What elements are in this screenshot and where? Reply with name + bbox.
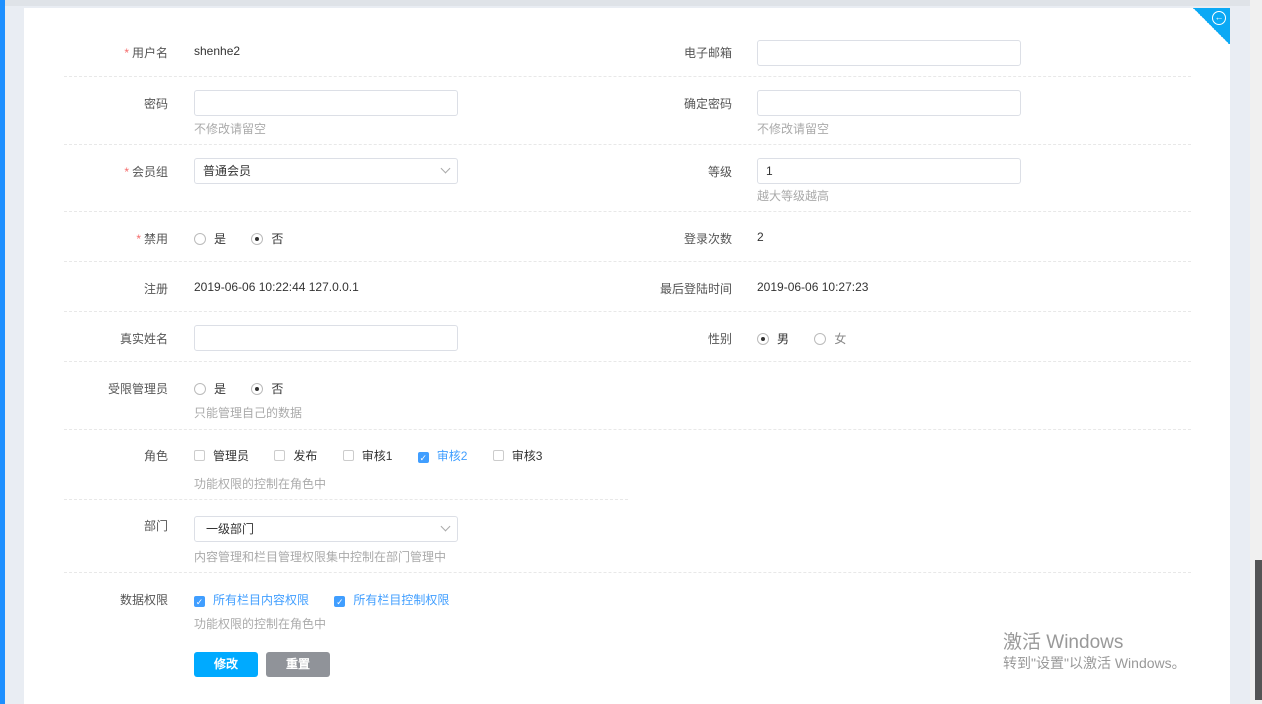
confirm-password-hint: 不修改请留空 — [757, 122, 830, 136]
limited-admin-label: 受限管理员 — [107, 382, 168, 396]
row-member-group: * 会员组 普通会员 等级 1 越大等级越高 — [64, 145, 1191, 212]
chevron-down-icon — [440, 163, 451, 174]
real-name-input[interactable] — [194, 325, 458, 351]
level-label: 等级 — [707, 165, 732, 179]
username-label: 用户名 — [131, 46, 168, 60]
disabled-yes-radio[interactable]: 是 — [194, 230, 226, 247]
data-permission-label: 数据权限 — [119, 593, 168, 607]
last-login-value: 2019-06-06 10:27:23 — [757, 280, 869, 294]
password-label: 密码 — [143, 97, 168, 111]
role-checkbox-review1[interactable]: 审核1 — [342, 447, 392, 464]
permission-checkbox-all-content[interactable]: ✓ 所有栏目内容权限 — [194, 591, 309, 608]
level-hint: 越大等级越高 — [757, 189, 830, 203]
disabled-no-radio[interactable]: 否 — [251, 230, 283, 247]
member-group-select[interactable]: 普通会员 — [194, 158, 458, 184]
role-checkbox-publish[interactable]: 发布 — [274, 447, 317, 464]
login-count-label: 登录次数 — [683, 232, 732, 246]
gender-male-radio[interactable]: 男 — [757, 330, 789, 347]
gender-female-radio[interactable]: 女 — [814, 330, 846, 347]
email-label: 电子邮箱 — [683, 46, 732, 60]
gender-label: 性别 — [707, 332, 732, 346]
department-label: 部门 — [143, 519, 168, 533]
data-permission-hint: 功能权限的控制在角色中 — [194, 617, 327, 631]
row-department: 部门 一级部门 内容管理和栏目管理权限集中控制在部门管理中 — [64, 500, 1191, 573]
member-group-label: 会员组 — [131, 165, 168, 179]
edit-member-form: ← * 用户名 shenhe2 电子邮箱 密码 不修改请留空 确定密码 不修改请留… — [24, 8, 1230, 704]
reset-button[interactable]: 重置 — [266, 652, 330, 677]
row-real-name: 真实姓名 性别 男 女 — [64, 312, 1191, 362]
username-value: shenhe2 — [194, 44, 241, 58]
top-bar — [0, 0, 1250, 6]
roles-label: 角色 — [143, 449, 168, 463]
row-limited-admin: 受限管理员 是 否 只能管理自己的数据 — [64, 362, 1191, 430]
confirm-password-input[interactable] — [757, 90, 1021, 116]
level-input[interactable]: 1 — [757, 158, 1021, 184]
submit-button[interactable]: 修改 — [194, 652, 258, 677]
row-disabled: * 禁用 是 否 登录次数 2 — [64, 212, 1191, 262]
windows-watermark-subtitle: 转到"设置"以激活 Windows。 — [1003, 655, 1186, 671]
back-arrow-icon: ← — [1212, 11, 1226, 25]
department-hint: 内容管理和栏目管理权限集中控制在部门管理中 — [194, 550, 447, 564]
role-checkbox-review2[interactable]: ✓ 审核2 — [417, 447, 467, 464]
limited-admin-yes-radio[interactable]: 是 — [194, 380, 226, 397]
real-name-label: 真实姓名 — [119, 332, 168, 346]
scrollbar[interactable] — [1250, 0, 1262, 704]
chevron-down-icon — [440, 521, 451, 532]
role-checkbox-review3[interactable]: 审核3 — [492, 447, 542, 464]
row-register: 注册 2019-06-06 10:22:44 127.0.0.1 最后登陆时间 … — [64, 262, 1191, 312]
register-value: 2019-06-06 10:22:44 127.0.0.1 — [194, 280, 359, 294]
left-edge-bar — [0, 0, 5, 704]
scrollbar-thumb[interactable] — [1255, 560, 1262, 700]
row-roles: 角色 管理员 发布 审核1 ✓ 审核2 审核3 功能权限的控制在角色中 — [64, 430, 628, 500]
department-select[interactable]: 一级部门 — [194, 516, 458, 542]
disabled-label: 禁用 — [143, 232, 168, 246]
permission-checkbox-all-control[interactable]: ✓ 所有栏目控制权限 — [334, 591, 449, 608]
register-label: 注册 — [143, 282, 168, 296]
roles-hint: 功能权限的控制在角色中 — [194, 477, 327, 491]
login-count-value: 2 — [757, 230, 764, 244]
email-input[interactable] — [757, 40, 1021, 66]
row-password: 密码 不修改请留空 确定密码 不修改请留空 — [64, 77, 1191, 145]
row-username: * 用户名 shenhe2 电子邮箱 — [64, 28, 1191, 77]
password-input[interactable] — [194, 90, 458, 116]
limited-admin-hint: 只能管理自己的数据 — [194, 406, 303, 420]
confirm-password-label: 确定密码 — [683, 97, 732, 111]
row-data-permission: 数据权限 ✓ 所有栏目内容权限 ✓ 所有栏目控制权限 功能权限的控制在角色中 修改 … — [64, 573, 664, 693]
back-button[interactable]: ← — [1192, 8, 1230, 44]
last-login-label: 最后登陆时间 — [659, 282, 732, 296]
role-checkbox-admin[interactable]: 管理员 — [194, 447, 249, 464]
password-hint: 不修改请留空 — [194, 122, 267, 136]
limited-admin-no-radio[interactable]: 否 — [251, 380, 283, 397]
windows-watermark-title: 激活 Windows — [1003, 632, 1124, 653]
